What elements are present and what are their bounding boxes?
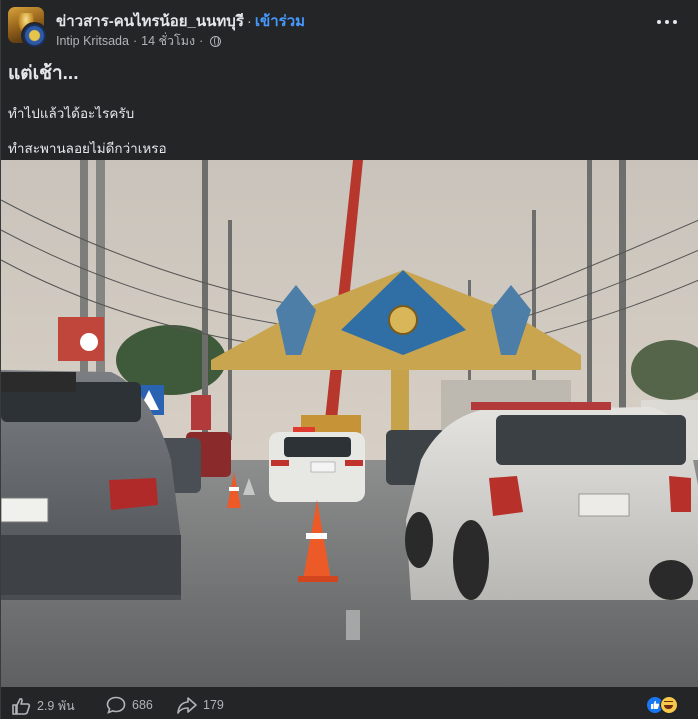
post-photo[interactable]	[1, 160, 698, 687]
post-text-line-3: ทำสะพานลอยไม่ดีกว่าเหรอ	[8, 141, 167, 156]
thumbs-up-icon	[12, 697, 31, 715]
author-avatar[interactable]	[21, 22, 48, 49]
comment-button[interactable]: 686	[106, 696, 153, 714]
post-meta: Intip Kritsada · 14 ชั่วโมง ·	[56, 31, 222, 51]
post-text-line-1: แต่เช้า...	[8, 63, 79, 84]
author-name-link[interactable]: Intip Kritsada	[56, 34, 129, 48]
meta-separator: ·	[132, 34, 138, 48]
post-timestamp[interactable]: 14 ชั่วโมง	[141, 31, 195, 51]
haha-reaction-icon	[660, 696, 678, 714]
join-group-button[interactable]: เข้าร่วม	[255, 13, 305, 30]
group-name-link[interactable]: ข่าวสาร-คนไทรน้อย_นนทบุรี	[56, 13, 244, 30]
meta-separator-2: ·	[199, 34, 204, 48]
comment-bubble-icon	[106, 696, 126, 714]
post-body: แต่เช้า... ทำไปแล้วได้อะไรครับ ทำสะพานลอ…	[8, 58, 167, 159]
globe-icon	[210, 35, 222, 47]
share-arrow-icon	[177, 697, 197, 714]
post-title-line: ข่าวสาร-คนไทรน้อย_นนทบุรี · เข้าร่วม	[56, 9, 305, 33]
post-header: ข่าวสาร-คนไทรน้อย_นนทบุรี · เข้าร่วม Intip…	[1, 0, 698, 52]
comment-count: 686	[132, 698, 153, 712]
like-count: 2.9 พัน	[37, 699, 75, 713]
title-separator: ·	[246, 13, 252, 30]
post-actions-bar: 2.9 พัน 686 179	[1, 690, 698, 719]
facebook-post: ข่าวสาร-คนไทรน้อย_นนทบุรี · เข้าร่วม Intip…	[0, 0, 698, 719]
reaction-summary[interactable]	[646, 696, 684, 714]
share-count: 179	[203, 698, 224, 712]
more-options-icon[interactable]	[657, 18, 677, 26]
post-text-line-2: ทำไปแล้วได้อะไรครับ	[8, 106, 135, 121]
group-avatar[interactable]	[8, 7, 48, 49]
share-button[interactable]: 179	[177, 696, 224, 714]
like-button[interactable]: 2.9 พัน	[11, 696, 75, 716]
